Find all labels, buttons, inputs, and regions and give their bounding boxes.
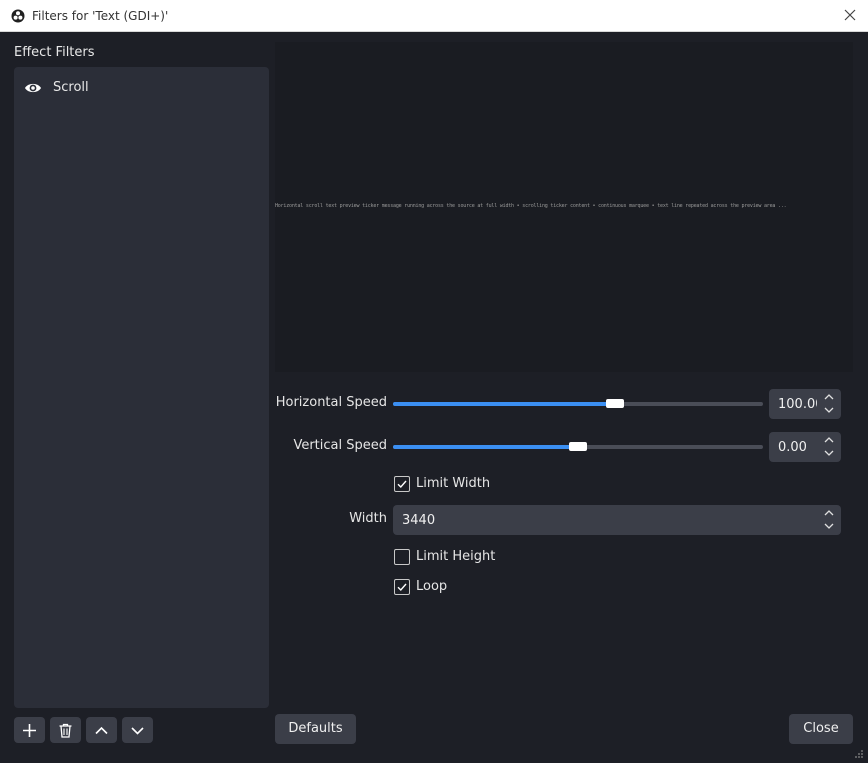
horizontal-speed-slider[interactable] [393, 396, 763, 412]
filter-item-label: Scroll [53, 80, 89, 95]
move-down-button[interactable] [122, 717, 153, 743]
slider-fill [393, 402, 615, 406]
horizontal-speed-label: Horizontal Speed [275, 395, 387, 410]
scroll-text-preview: Horizontal scroll text preview ticker me… [275, 203, 787, 209]
eye-icon[interactable] [24, 81, 42, 95]
window-title: Filters for 'Text (GDI+)' [32, 9, 169, 23]
loop-label: Loop [416, 579, 448, 594]
chevron-down-icon[interactable] [823, 448, 835, 458]
title-bar: Filters for 'Text (GDI+)' [0, 0, 868, 32]
vertical-speed-label: Vertical Speed [293, 438, 387, 453]
checkmark-icon [397, 480, 407, 489]
preview-display: Horizontal scroll text preview ticker me… [275, 42, 853, 372]
filter-list[interactable]: Scroll [14, 67, 269, 708]
effect-filters-label: Effect Filters [14, 45, 95, 60]
chevron-up-icon[interactable] [823, 392, 835, 402]
slider-handle[interactable] [569, 442, 587, 451]
vertical-speed-spinbox[interactable] [769, 432, 841, 462]
close-button[interactable]: Close [789, 714, 853, 744]
close-icon[interactable] [842, 7, 858, 23]
defaults-button[interactable]: Defaults [275, 714, 356, 744]
vertical-speed-input[interactable] [769, 432, 817, 462]
chevron-down-icon[interactable] [823, 521, 835, 531]
limit-height-label: Limit Height [416, 549, 496, 564]
chevron-up-icon[interactable] [823, 435, 835, 445]
obs-logo-icon [11, 9, 25, 23]
resize-grip-icon[interactable] [854, 749, 864, 759]
remove-filter-button[interactable] [50, 717, 81, 743]
checkbox-box[interactable] [394, 549, 410, 565]
trash-icon [59, 723, 72, 738]
width-input[interactable] [393, 505, 817, 535]
move-up-button[interactable] [86, 717, 117, 743]
horizontal-speed-input[interactable] [769, 389, 817, 419]
width-spinbox[interactable] [393, 505, 841, 535]
chevron-down-icon [131, 727, 144, 735]
checkbox-box[interactable] [394, 476, 410, 492]
slider-fill [393, 445, 578, 449]
plus-icon [23, 724, 36, 737]
limit-width-label: Limit Width [416, 476, 491, 491]
list-item[interactable]: Scroll [14, 75, 269, 101]
width-label: Width [349, 511, 387, 526]
horizontal-speed-spinbox[interactable] [769, 389, 841, 419]
limit-height-checkbox[interactable]: Limit Height [394, 549, 514, 567]
loop-checkbox[interactable]: Loop [394, 579, 474, 597]
chevron-up-icon[interactable] [823, 508, 835, 518]
chevron-down-icon[interactable] [823, 405, 835, 415]
checkmark-icon [397, 583, 407, 592]
vertical-speed-slider[interactable] [393, 439, 763, 455]
limit-width-checkbox[interactable]: Limit Width [394, 476, 514, 494]
checkbox-box[interactable] [394, 579, 410, 595]
chevron-up-icon [95, 726, 108, 735]
slider-handle[interactable] [606, 399, 624, 408]
add-filter-button[interactable] [14, 717, 45, 743]
